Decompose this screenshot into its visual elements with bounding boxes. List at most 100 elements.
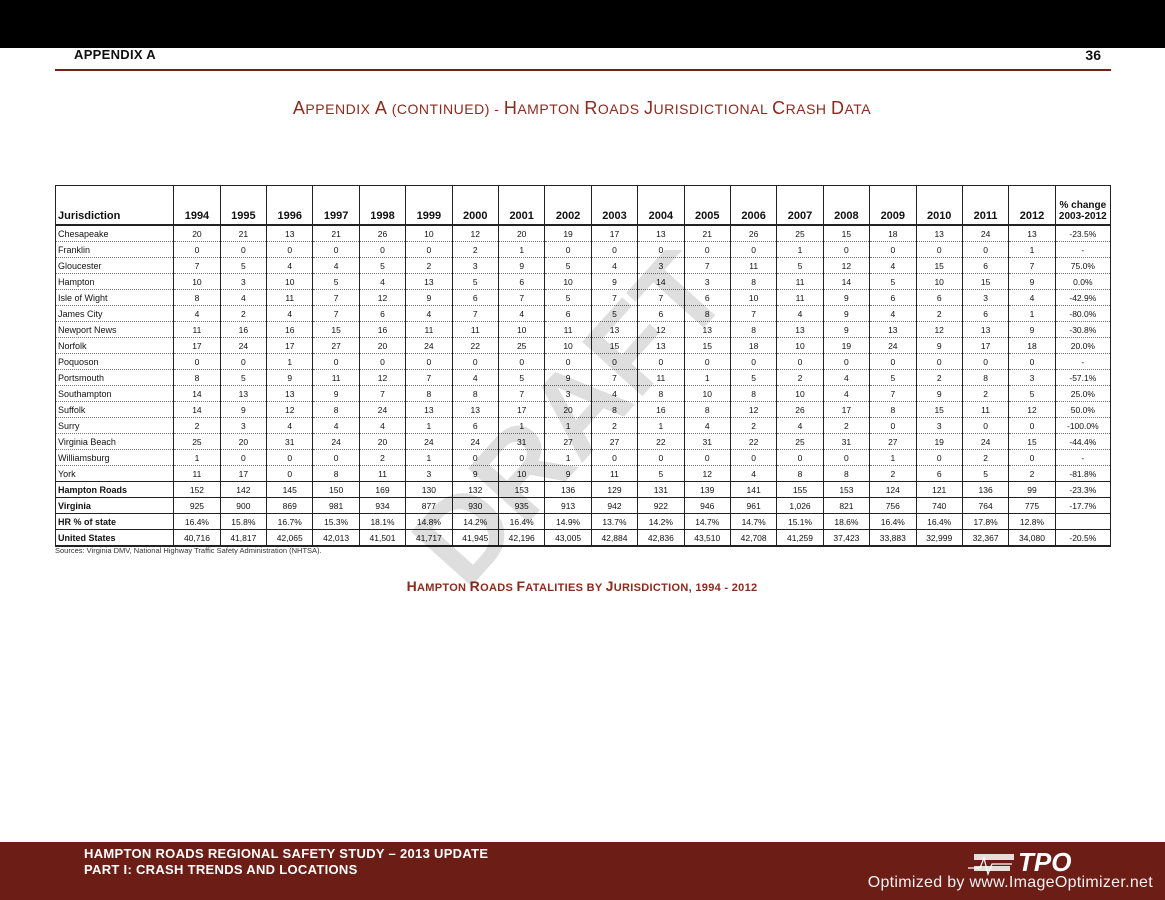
change-cell: 25.0% <box>1054 385 1112 402</box>
footer-part-title: PART I: CRASH TRENDS AND LOCATIONS <box>84 862 358 877</box>
table-row: Suffolk 14 9 12 8 24 13 13 17 20 8 16 8 12 26 17 8 15 11 12… <box>54 401 1112 418</box>
value-cell: 5 <box>961 465 1010 482</box>
value-cell: 24 <box>358 401 407 418</box>
column-header-2008: 2008 <box>822 185 871 226</box>
column-header-2002: 2002 <box>544 185 592 226</box>
value-cell: 15.1% <box>776 513 824 530</box>
value-cell: 9 <box>915 385 963 402</box>
value-cell: 8 <box>683 305 731 322</box>
value-cell: 15 <box>915 401 963 418</box>
value-cell: 0 <box>683 241 731 258</box>
value-cell: 136 <box>961 481 1010 498</box>
svg-text:APPENDIX A (CONTINUED) - HAMPT: APPENDIX A (CONTINUED) - HAMPTON ROADS J… <box>293 98 871 118</box>
column-header-2000: 2000 <box>451 185 499 226</box>
value-cell: 8 <box>776 465 824 482</box>
value-cell: 14.2% <box>451 513 499 530</box>
footer-study-title: HAMPTON ROADS REGIONAL SAFETY STUDY – 20… <box>84 846 489 861</box>
value-cell: 1 <box>173 449 221 466</box>
value-cell: 0 <box>312 353 360 370</box>
value-cell: 0 <box>590 449 639 466</box>
value-cell: 11 <box>173 321 221 338</box>
change-cell: -23.3% <box>1054 481 1112 498</box>
value-cell: 3 <box>637 257 685 274</box>
value-cell: 0 <box>869 353 917 370</box>
value-cell: 2 <box>358 449 407 466</box>
value-cell: 10 <box>173 273 221 290</box>
value-cell: 13 <box>683 321 731 338</box>
table-row: Virginia 925 900 869 981 934 877 930 935 913 942 92… <box>54 497 1112 514</box>
value-cell: 1 <box>497 417 546 434</box>
value-cell: 0 <box>219 241 268 258</box>
value-cell: 16.4% <box>173 513 221 530</box>
value-cell: 8 <box>405 385 453 402</box>
value-cell: 764 <box>961 497 1010 514</box>
value-cell: 37,423 <box>822 529 871 547</box>
value-cell: 32,999 <box>915 529 963 547</box>
value-cell: 31 <box>683 433 731 450</box>
value-cell: 10 <box>497 321 546 338</box>
value-cell: 2 <box>915 305 963 322</box>
value-cell: 15 <box>683 337 731 354</box>
value-cell: 12 <box>915 321 963 338</box>
page-title: APPENDIX A (CONTINUED) - HAMPTON ROADS J… <box>293 98 871 118</box>
value-cell: 2 <box>1008 465 1056 482</box>
value-cell: 5 <box>219 257 268 274</box>
column-header-2005: 2005 <box>683 185 731 226</box>
value-cell: 5 <box>219 369 268 386</box>
value-cell: 15.8% <box>219 513 268 530</box>
jurisdiction-cell: Williamsburg <box>54 449 175 466</box>
change-cell: -81.8% <box>1054 465 1112 482</box>
value-cell: 8 <box>312 401 360 418</box>
value-cell: 20 <box>497 225 546 242</box>
value-cell: 2 <box>405 257 453 274</box>
value-cell: 7 <box>497 385 546 402</box>
value-cell: 0 <box>544 353 592 370</box>
value-cell: 11 <box>637 369 685 386</box>
value-cell: 33,883 <box>869 529 917 547</box>
column-header-1996: 1996 <box>266 185 314 226</box>
value-cell: 4 <box>1008 289 1056 306</box>
table-row: Newport News 11 16 16 15 16 11 11 10 11 13 12 13 8 13 9… <box>54 321 1112 338</box>
value-cell: 13 <box>266 225 314 242</box>
value-cell: 4 <box>451 369 499 386</box>
value-cell: 10 <box>497 465 546 482</box>
value-cell: 0 <box>497 449 546 466</box>
value-cell: 14 <box>637 273 685 290</box>
header-divider <box>55 69 1111 71</box>
change-cell: 50.0% <box>1054 401 1112 418</box>
value-cell: 11 <box>590 465 639 482</box>
jurisdiction-cell: Surry <box>54 417 175 434</box>
value-cell: 0 <box>683 449 731 466</box>
value-cell: 12 <box>822 257 871 274</box>
value-cell: 13 <box>266 385 314 402</box>
value-cell: 10 <box>544 273 592 290</box>
jurisdiction-cell: Poquoson <box>54 353 175 370</box>
value-cell: 20 <box>173 225 221 242</box>
value-cell: 152 <box>173 481 221 498</box>
change-cell: - <box>1054 449 1112 466</box>
value-cell: 41,817 <box>219 529 268 547</box>
value-cell: 2 <box>173 417 221 434</box>
value-cell: 17 <box>590 225 639 242</box>
column-header-2006: 2006 <box>729 185 778 226</box>
value-cell: 5 <box>637 465 685 482</box>
value-cell: 10 <box>915 273 963 290</box>
column-header-2009: 2009 <box>869 185 917 226</box>
value-cell: 25 <box>776 433 824 450</box>
value-cell: 0 <box>869 241 917 258</box>
value-cell: 0 <box>637 449 685 466</box>
value-cell: 8 <box>961 369 1010 386</box>
value-cell: 41,717 <box>405 529 453 547</box>
value-cell: 11 <box>266 289 314 306</box>
value-cell: 6 <box>961 305 1010 322</box>
value-cell: 869 <box>266 497 314 514</box>
value-cell: 13.7% <box>590 513 639 530</box>
value-cell: 12 <box>358 369 407 386</box>
jurisdiction-cell: Franklin <box>54 241 175 258</box>
value-cell: 0 <box>637 353 685 370</box>
value-cell: 14 <box>173 401 221 418</box>
value-cell: 121 <box>915 481 963 498</box>
value-cell: 14.8% <box>405 513 453 530</box>
value-cell: 12 <box>729 401 778 418</box>
optimizer-watermark: Optimized by www.ImageOptimizer.net <box>867 874 1153 891</box>
